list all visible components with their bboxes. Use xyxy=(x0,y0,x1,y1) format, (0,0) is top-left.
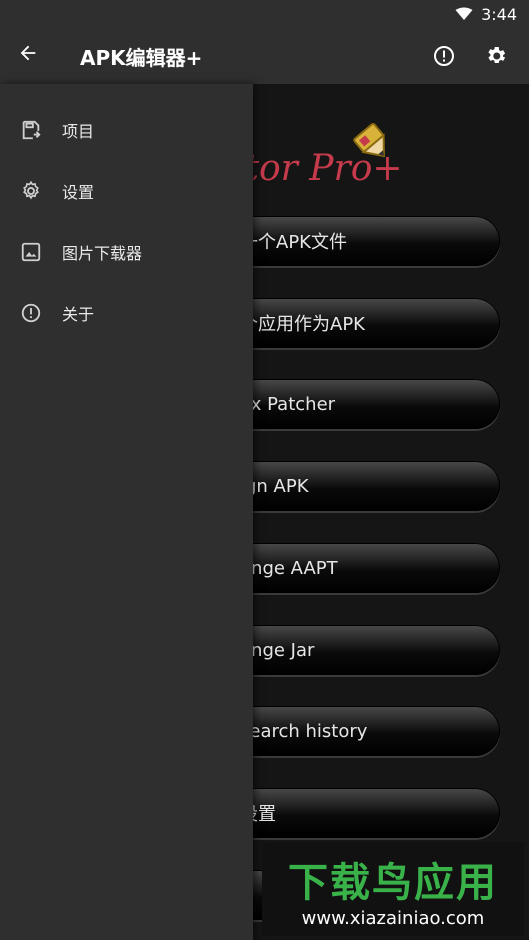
watermark: 下载鸟应用 www.xiazainiao.com xyxy=(262,842,524,936)
arrow-back-icon xyxy=(17,41,39,71)
drawer-item-about[interactable]: 关于 xyxy=(0,282,253,343)
status-bar: 3:44 xyxy=(0,0,529,28)
back-button[interactable] xyxy=(0,28,56,84)
gear-icon xyxy=(484,44,508,68)
drawer-item-image-downloader[interactable]: 图片下载器 xyxy=(0,221,253,282)
image-icon xyxy=(18,239,44,265)
drawer-item-projects[interactable]: 项目 xyxy=(0,99,253,160)
info-button[interactable] xyxy=(427,39,461,73)
info-icon xyxy=(18,300,44,326)
watermark-url: www.xiazainiao.com xyxy=(301,907,485,929)
logo-text: itor Pro+ xyxy=(233,148,403,189)
watermark-title: 下载鸟应用 xyxy=(288,859,498,906)
status-time: 3:44 xyxy=(481,4,517,24)
project-icon xyxy=(18,117,44,143)
drawer-item-settings[interactable]: 设置 xyxy=(0,160,253,221)
top-app-bar: APK编辑器+ xyxy=(0,28,529,84)
info-icon xyxy=(432,44,456,68)
wifi-icon xyxy=(455,7,473,21)
settings-button[interactable] xyxy=(479,39,513,73)
drawer-item-label: 关于 xyxy=(62,304,95,324)
drawer-item-label: 项目 xyxy=(62,121,95,141)
page-title: APK编辑器+ xyxy=(80,45,203,70)
gear-icon xyxy=(18,178,44,204)
drawer-item-label: 图片下载器 xyxy=(62,243,143,263)
toolbar-actions xyxy=(427,39,529,73)
drawer-item-label: 设置 xyxy=(62,182,95,202)
navigation-drawer: 项目 设置 图片下载器 关于 xyxy=(0,84,253,940)
